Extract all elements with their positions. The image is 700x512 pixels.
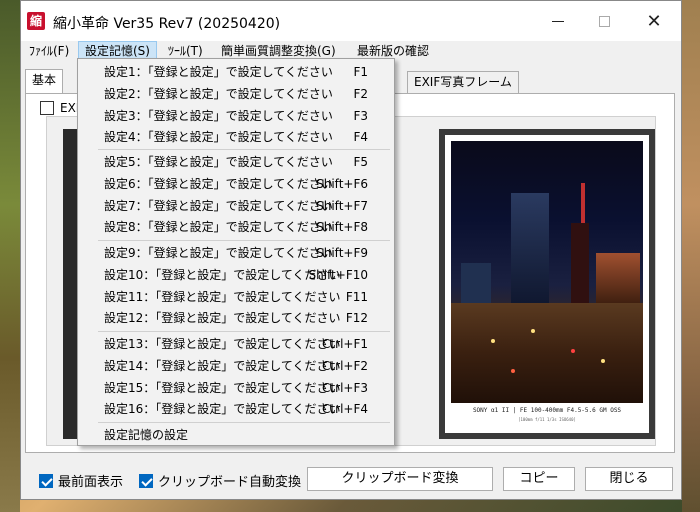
- menu-setting-2[interactable]: 設定2：「登録と設定」で設定してください F2: [78, 83, 394, 105]
- topmost-label: 最前面表示: [58, 475, 124, 490]
- topmost-option[interactable]: 最前面表示: [39, 471, 123, 490]
- close-button[interactable]: 閉じる: [585, 467, 673, 491]
- desktop-background-right: [682, 0, 700, 512]
- tab-basic[interactable]: 基本: [25, 69, 64, 93]
- menu-setting-13[interactable]: 設定13：「登録と設定」で設定してください Ctrl+F1: [78, 333, 394, 355]
- close-icon: ✕: [646, 10, 662, 32]
- menu-settings-memory-config[interactable]: 設定記憶の設定: [78, 424, 394, 446]
- menu-separator: [98, 422, 390, 423]
- maximize-icon: [598, 15, 610, 27]
- minimize-icon: [552, 20, 564, 22]
- menu-setting-14[interactable]: 設定14：「登録と設定」で設定してください Ctrl+F2: [78, 355, 394, 377]
- menu-setting-8[interactable]: 設定8：「登録と設定」で設定してください Shift+F8: [78, 216, 394, 238]
- tab-exif-frame[interactable]: EXIF写真フレーム: [407, 71, 519, 93]
- clipboard-convert-button[interactable]: クリップボード変換: [307, 467, 493, 491]
- menu-setting-7[interactable]: 設定7：「登録と設定」で設定してください Shift+F7: [78, 195, 394, 217]
- menu-separator: [98, 331, 390, 332]
- settings-memory-dropdown: 設定1：「登録と設定」で設定してください F1 設定2：「登録と設定」で設定してく…: [77, 58, 395, 446]
- copy-button[interactable]: コピー: [503, 467, 575, 491]
- exif-frame-card: SONY α1 II | FE 100-400mm F4.5-5.6 GM OS…: [445, 135, 649, 433]
- title-bar[interactable]: 縮 縮小革命 Ver35 Rev7 (20250420) ✕: [21, 1, 681, 41]
- minimize-button[interactable]: [535, 1, 581, 41]
- preview-thumbnail-right: SONY α1 II | FE 100-400mm F4.5-5.6 GM OS…: [439, 129, 655, 439]
- menu-setting-1[interactable]: 設定1：「登録と設定」で設定してください F1: [78, 61, 394, 83]
- menu-setting-9[interactable]: 設定9：「登録と設定」で設定してください Shift+F9: [78, 242, 394, 264]
- menu-setting-12[interactable]: 設定12：「登録と設定」で設定してください F12: [78, 307, 394, 329]
- menu-setting-4[interactable]: 設定4：「登録と設定」で設定してください F4: [78, 126, 394, 148]
- menu-setting-15[interactable]: 設定15：「登録と設定」で設定してください Ctrl+F3: [78, 377, 394, 399]
- desktop-background-left: [0, 0, 20, 512]
- clipboard-auto-checkbox[interactable]: [139, 473, 153, 488]
- menu-setting-16[interactable]: 設定16：「登録と設定」で設定してください Ctrl+F4: [78, 398, 394, 420]
- app-icon: 縮: [27, 12, 45, 30]
- maximize-button[interactable]: [581, 1, 627, 41]
- menu-setting-10[interactable]: 設定10：「登録と設定」で設定してください Shift+F10: [78, 264, 394, 286]
- menu-setting-3[interactable]: 設定3：「登録と設定」で設定してください F3: [78, 105, 394, 127]
- topmost-checkbox[interactable]: [39, 473, 53, 488]
- window-title: 縮小革命 Ver35 Rev7 (20250420): [53, 16, 281, 32]
- exif-checkbox[interactable]: [40, 101, 54, 115]
- close-window-button[interactable]: ✕: [631, 1, 677, 41]
- exif-checkbox-row[interactable]: EXI: [40, 101, 79, 115]
- preview-photo: [451, 141, 643, 403]
- menu-setting-6[interactable]: 設定6：「登録と設定」で設定してください Shift+F6: [78, 173, 394, 195]
- menu-setting-5[interactable]: 設定5：「登録と設定」で設定してください F5: [78, 151, 394, 173]
- clipboard-auto-option[interactable]: クリップボード自動変換: [139, 471, 301, 490]
- menu-separator: [98, 149, 390, 150]
- menu-file[interactable]: ﾌｧｲﾙ(F): [23, 41, 75, 61]
- menu-separator: [98, 240, 390, 241]
- photo-caption: SONY α1 II | FE 100-400mm F4.5-5.6 GM OS…: [472, 407, 622, 414]
- menu-setting-11[interactable]: 設定11：「登録と設定」で設定してください F11: [78, 286, 394, 308]
- photo-caption-sub: [100mm f/11 1/3s ISO640]: [518, 417, 576, 422]
- bottom-bar: 最前面表示 クリップボード自動変換 クリップボード変換 コピー 閉じる: [21, 463, 683, 493]
- clipboard-auto-label: クリップボード自動変換: [158, 475, 302, 490]
